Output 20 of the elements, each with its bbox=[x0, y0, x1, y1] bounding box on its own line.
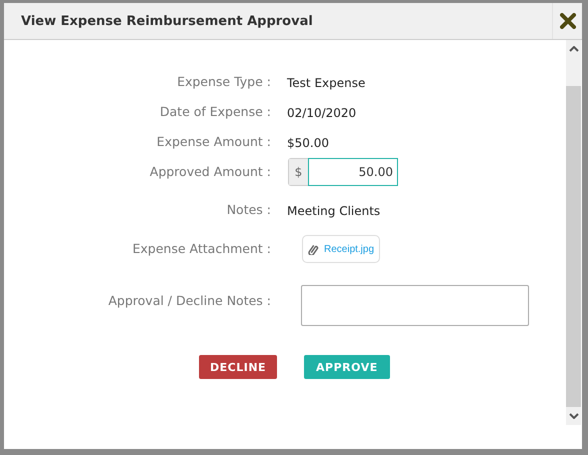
field-label: Approved Amount : bbox=[148, 163, 271, 179]
dialog-title: View Expense Reimbursement Approval bbox=[21, 14, 313, 28]
scroll-up-icon[interactable] bbox=[568, 46, 578, 52]
paperclip-icon bbox=[308, 244, 319, 254]
field-value: Test Expense bbox=[287, 76, 366, 90]
field-label: Expense Type : bbox=[176, 73, 271, 89]
field-value: 02/10/2020 bbox=[287, 106, 356, 120]
field-label: Expense Amount : bbox=[156, 133, 271, 149]
field-value: $50.00 bbox=[287, 136, 329, 150]
amount-field[interactable]: $ 50.00 bbox=[288, 158, 398, 186]
scrollbar[interactable] bbox=[566, 40, 581, 425]
field-label: Notes : bbox=[226, 201, 271, 217]
decline-button[interactable]: DECLINE bbox=[199, 355, 278, 379]
field-label: Date of Expense : bbox=[158, 103, 271, 119]
attachment-link[interactable]: Receipt.jpg bbox=[302, 235, 380, 263]
field-label: Expense Attachment : bbox=[132, 240, 271, 256]
field-value: Meeting Clients bbox=[287, 204, 380, 218]
notes-field[interactable] bbox=[301, 285, 529, 326]
scroll-down-icon[interactable] bbox=[568, 413, 578, 419]
field-label: Approval / Decline Notes : bbox=[107, 292, 271, 308]
